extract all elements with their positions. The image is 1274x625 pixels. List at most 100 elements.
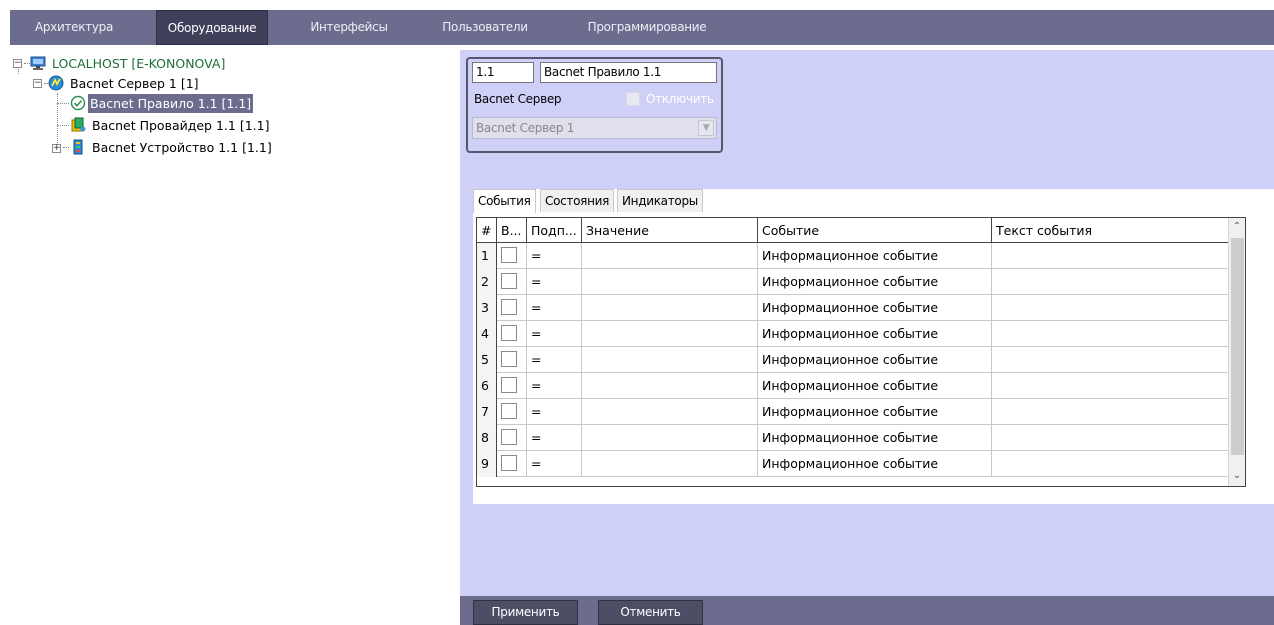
condition-cell: = [527,269,582,295]
enabled-checkbox[interactable] [501,325,517,341]
enabled-checkbox[interactable] [501,377,517,393]
event-cell: Информационное событие [758,451,992,477]
column-header-number[interactable]: # [477,218,497,243]
collapse-toggle-server[interactable]: − [33,79,42,88]
condition-cell: = [527,347,582,373]
event-text-cell [992,373,1237,399]
expand-toggle-device[interactable]: + [52,144,61,153]
enabled-cell[interactable] [497,373,527,399]
row-number-cell: 6 [477,373,497,399]
column-header-enabled[interactable]: В... [497,218,527,243]
event-cell: Информационное событие [758,425,992,451]
tab-architecture[interactable]: Архитектура [10,10,138,45]
condition-cell: = [527,399,582,425]
value-cell [582,373,758,399]
column-header-event[interactable]: Событие [758,218,992,243]
event-text-cell [992,451,1237,477]
row-number-cell: 3 [477,295,497,321]
enabled-checkbox[interactable] [501,351,517,367]
event-cell: Информационное событие [758,347,992,373]
tree-node-label-rule: Bacnet Правило 1.1 [1.1] [88,94,254,113]
table-row[interactable]: 1 = Информационное событие [477,243,1237,269]
row-number-cell: 1 [477,243,497,269]
scrollbar-thumb[interactable] [1231,238,1244,455]
value-cell [582,295,758,321]
disable-label: Отключить [646,92,714,106]
cancel-button[interactable]: Отменить [598,600,703,625]
event-cell: Информационное событие [758,373,992,399]
event-text-cell [992,399,1237,425]
enabled-checkbox[interactable] [501,455,517,471]
disable-checkbox[interactable] [626,92,640,106]
table-row[interactable]: 5 = Информационное событие [477,347,1237,373]
row-number-cell: 4 [477,321,497,347]
enabled-cell[interactable] [497,399,527,425]
action-bar [460,596,1274,625]
enabled-cell[interactable] [497,269,527,295]
collapse-toggle-root[interactable]: − [13,59,22,68]
tree-node-bacnet-device[interactable]: Bacnet Устройство 1.1 [1.1] [70,138,450,157]
apply-button[interactable]: Применить [473,600,578,625]
table-row[interactable]: 6 = Информационное событие [477,373,1237,399]
tree-node-bacnet-provider[interactable]: Bacnet Провайдер 1.1 [1.1] [70,116,450,135]
server-select-value: Bacnet Сервер 1 [476,121,575,135]
enabled-checkbox[interactable] [501,299,517,315]
tree-connector [57,125,69,126]
enabled-cell[interactable] [497,451,527,477]
event-text-cell [992,269,1237,295]
condition-cell: = [527,243,582,269]
object-name-field[interactable]: Bacnet Правило 1.1 [540,62,717,83]
column-header-value[interactable]: Значение [582,218,758,243]
column-header-event-text[interactable]: Текст события [992,218,1237,243]
condition-cell: = [527,295,582,321]
event-cell: Информационное событие [758,321,992,347]
enabled-cell[interactable] [497,347,527,373]
tree-node-bacnet-server[interactable]: Bacnet Сервер 1 [1] [48,74,448,93]
tab-states[interactable]: Состояния [540,189,615,212]
table-row[interactable]: 2 = Информационное событие [477,269,1237,295]
events-table: # В... Подп... Значение Событие Текст со… [476,217,1246,487]
event-text-cell [992,347,1237,373]
tree-node-localhost[interactable]: LOCALHOST [E-KONONOVA] [30,54,430,73]
tab-interfaces[interactable]: Интерфейсы [290,10,408,45]
table-row[interactable]: 9 = Информационное событие [477,451,1237,477]
scroll-up-icon[interactable]: ⌃ [1229,218,1245,235]
tree-connector [18,69,19,74]
tree-node-label-localhost: LOCALHOST [E-KONONOVA] [52,56,226,71]
events-grid-area: События Состояния Индикаторы # В... Подп… [473,189,1274,504]
event-text-cell [992,321,1237,347]
server-label: Bacnet Сервер [474,92,562,106]
tab-hardware[interactable]: Оборудование [156,10,268,45]
chevron-down-icon[interactable]: ▼ [698,120,714,136]
row-number-cell: 5 [477,347,497,373]
scroll-down-icon[interactable]: ⌄ [1229,467,1245,484]
table-row[interactable]: 7 = Информационное событие [477,399,1237,425]
value-cell [582,243,758,269]
tab-programming[interactable]: Программирование [572,10,722,45]
event-cell: Информационное событие [758,243,992,269]
table-row[interactable]: 3 = Информационное событие [477,295,1237,321]
tree-node-bacnet-rule[interactable]: Bacnet Правило 1.1 [1.1] [70,94,450,113]
enabled-checkbox[interactable] [501,429,517,445]
enabled-cell[interactable] [497,243,527,269]
row-number-cell: 2 [477,269,497,295]
table-row[interactable]: 8 = Информационное событие [477,425,1237,451]
enabled-checkbox[interactable] [501,273,517,289]
condition-cell: = [527,373,582,399]
object-id-field[interactable]: 1.1 [472,62,534,83]
column-header-condition[interactable]: Подп... [527,218,582,243]
server-select[interactable]: Bacnet Сервер 1 ▼ [472,117,717,139]
vertical-scrollbar[interactable]: ⌃ ⌄ [1228,218,1245,486]
enabled-cell[interactable] [497,295,527,321]
enabled-cell[interactable] [497,321,527,347]
tab-events[interactable]: События [473,189,536,213]
enabled-checkbox[interactable] [501,247,517,263]
enabled-cell[interactable] [497,425,527,451]
tab-indicators[interactable]: Индикаторы [617,189,703,212]
condition-cell: = [527,425,582,451]
value-cell [582,269,758,295]
provider-icon [71,117,86,132]
enabled-checkbox[interactable] [501,403,517,419]
table-row[interactable]: 4 = Информационное событие [477,321,1237,347]
tab-users[interactable]: Пользователи [430,10,540,45]
